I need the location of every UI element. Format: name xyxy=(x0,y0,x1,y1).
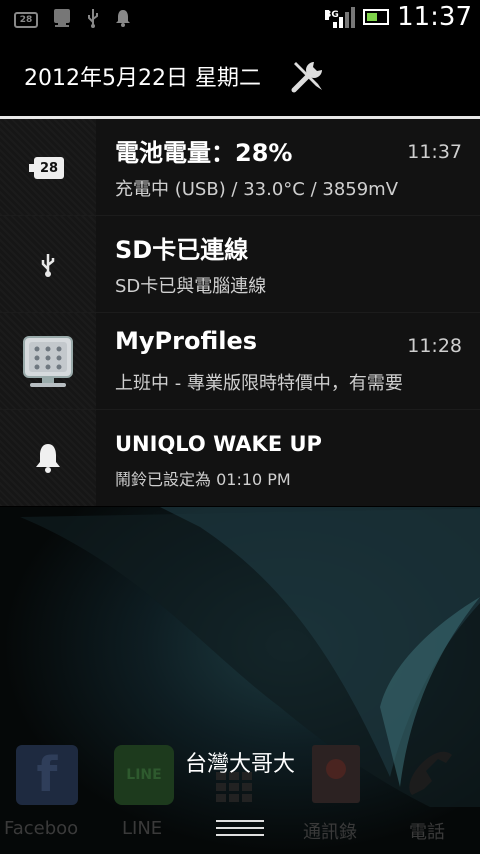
notification-list: 28 電池電量：28% 充電中 (USB) / 33.0°C / 3859mV … xyxy=(0,119,480,506)
notification-time: 11:28 xyxy=(407,335,462,357)
signal-icon: 3G xyxy=(325,6,356,28)
notification-title: SD卡已連線 xyxy=(115,236,249,264)
notification-subtitle: 上班中 - 專業版限時特價中，有需要 xyxy=(115,373,403,394)
notification-drag-handle[interactable] xyxy=(200,812,280,846)
carrier-label: 台灣大哥大 xyxy=(184,752,295,777)
profile-icon xyxy=(22,335,74,393)
usb-icon xyxy=(38,252,58,282)
notification-header: 2012年5月22日 星期二 xyxy=(0,38,480,116)
notification-icon-column: 28 xyxy=(0,119,96,215)
battery-28-icon: 28 xyxy=(29,157,64,179)
notification-icon-column xyxy=(0,313,96,409)
notification-title: 電池電量：28% xyxy=(115,139,293,167)
dock-label-line: LINE xyxy=(122,818,163,839)
notification-title: UNIQLO WAKE UP xyxy=(115,432,322,456)
status-bar[interactable]: 28 3G 11:37 xyxy=(0,0,480,38)
notification-battery[interactable]: 28 電池電量：28% 充電中 (USB) / 33.0°C / 3859mV … xyxy=(0,119,480,216)
notification-icon-column xyxy=(0,216,96,312)
tools-icon[interactable] xyxy=(288,56,328,96)
alarm-icon xyxy=(114,8,132,32)
notification-sd-card[interactable]: SD卡已連線 SD卡已與電腦連線 xyxy=(0,216,480,313)
notification-time: 11:37 xyxy=(407,141,462,163)
handle-line xyxy=(216,834,264,836)
usb-icon xyxy=(86,8,100,32)
battery-level-icon: 28 xyxy=(14,12,38,28)
date-label: 2012年5月22日 星期二 xyxy=(24,66,261,91)
notification-subtitle: 充電中 (USB) / 33.0°C / 3859mV xyxy=(115,179,399,200)
network-type: 3G xyxy=(325,10,339,20)
notification-icon-column xyxy=(0,410,96,506)
dock-label-phone: 電話 xyxy=(409,822,445,843)
handle-line xyxy=(216,827,264,829)
alarm-icon xyxy=(34,442,62,478)
clock: 11:37 xyxy=(397,2,472,32)
notification-title: MyProfiles xyxy=(115,327,258,355)
notification-alarm[interactable]: UNIQLO WAKE UP 鬧鈴已設定為 01:10 PM xyxy=(0,410,480,506)
battery-charging-icon xyxy=(363,9,390,25)
notification-myprofiles[interactable]: MyProfiles 上班中 - 專業版限時特價中，有需要 11:28 xyxy=(0,313,480,410)
handle-line xyxy=(216,820,264,822)
dock-label-facebook: Faceboo xyxy=(4,818,79,839)
notification-subtitle: 鬧鈴已設定為 01:10 PM xyxy=(115,470,291,489)
profile-icon xyxy=(52,8,72,32)
dock-label-contacts: 通訊錄 xyxy=(303,822,357,843)
notification-subtitle: SD卡已與電腦連線 xyxy=(115,276,267,297)
